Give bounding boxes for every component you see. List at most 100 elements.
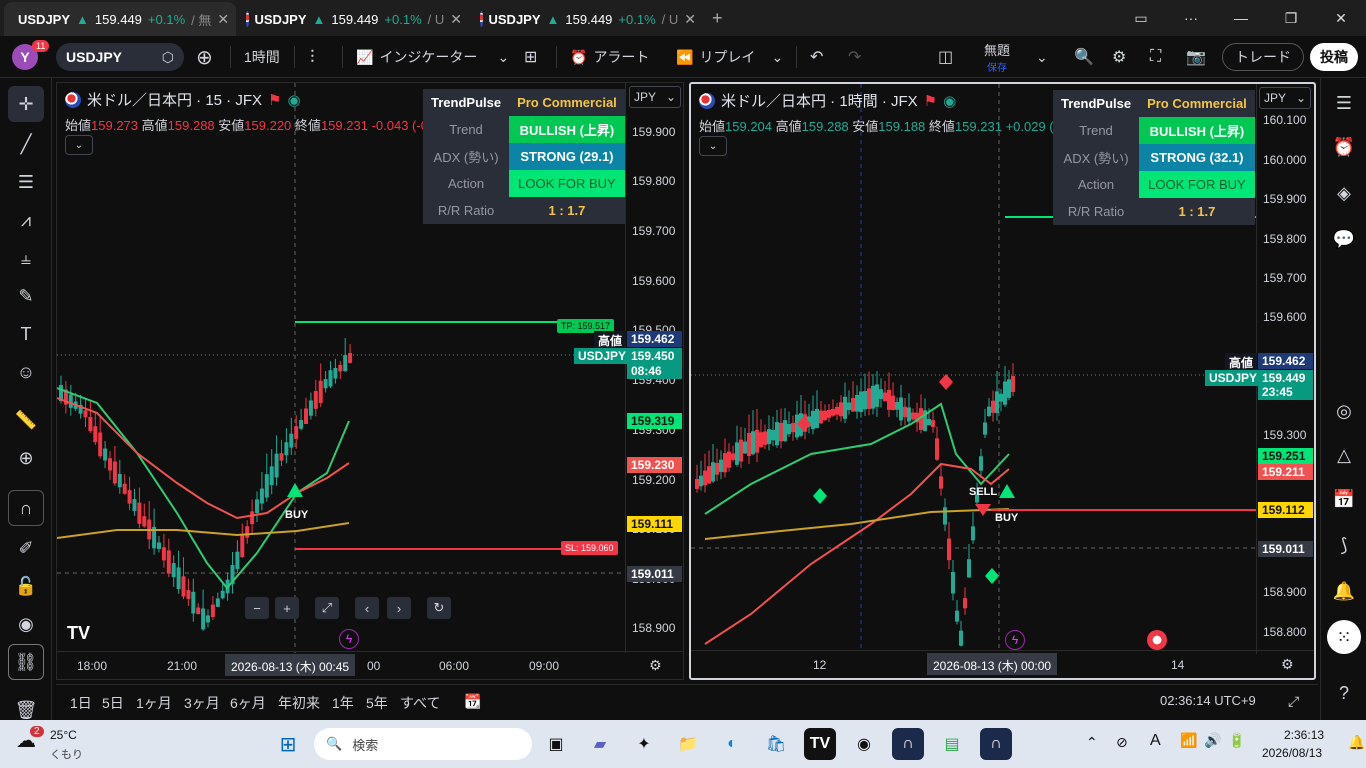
eye-icon[interactable]: ◉ bbox=[8, 606, 44, 642]
volume-icon[interactable]: 🔊 bbox=[1204, 732, 1221, 749]
bell-icon[interactable]: 🔔 bbox=[1327, 574, 1361, 608]
settings-icon[interactable]: ⚙ bbox=[1112, 36, 1126, 78]
range-1y[interactable]: 1年 bbox=[332, 693, 354, 713]
fib-lines-icon[interactable]: ☰ bbox=[8, 164, 44, 200]
add-symbol-icon[interactable]: ⊕ bbox=[196, 36, 213, 78]
settings-icon[interactable]: ⚙ bbox=[1281, 656, 1294, 673]
indicators-button[interactable]: 📈 インジケーター ⌄ bbox=[356, 36, 509, 78]
screen-icon[interactable]: ▭ bbox=[1118, 0, 1164, 36]
chart-pane-15m[interactable]: 米ドル／日本円 · 15 · JFX ⚑ ◉ 始値159.273 高値159.2… bbox=[56, 82, 684, 680]
close-tab-icon[interactable]: ✕ bbox=[684, 11, 696, 28]
clock-time[interactable]: 2:36:13 bbox=[1284, 728, 1324, 742]
symbol-search[interactable]: USDJPY ⬡ bbox=[56, 43, 184, 71]
copilot-icon[interactable]: ✦ bbox=[628, 728, 660, 760]
alarm-clock-icon[interactable]: ⏰ bbox=[1327, 130, 1361, 164]
tab-usdjpy-3[interactable]: USDJPY ▲ 159.449 +0.1% / U ✕ bbox=[472, 2, 704, 36]
close-tab-icon[interactable]: ✕ bbox=[217, 11, 229, 28]
chevron-up-icon[interactable]: ⌃ bbox=[1086, 734, 1098, 751]
app-icon[interactable]: ∩ bbox=[892, 728, 924, 760]
watchlist-icon[interactable]: ☰ bbox=[1327, 86, 1361, 120]
text-icon[interactable]: T bbox=[8, 316, 44, 352]
alert-button[interactable]: ⏰ アラート bbox=[570, 36, 649, 78]
chrome-icon[interactable]: ◉ bbox=[848, 728, 880, 760]
layers-icon[interactable]: ◈ bbox=[1327, 176, 1361, 210]
close-tab-icon[interactable]: ✕ bbox=[450, 11, 462, 28]
fullscreen-icon[interactable]: ⛶ bbox=[1150, 36, 1161, 78]
crosshair-icon[interactable]: ✛ bbox=[8, 86, 44, 122]
wifi-icon[interactable]: 📶 bbox=[1180, 732, 1197, 749]
ime-icon[interactable]: A bbox=[1150, 732, 1161, 750]
zoom-out-icon[interactable]: − bbox=[245, 597, 269, 619]
date-range-icon[interactable]: 📆 bbox=[464, 693, 481, 710]
zoom-in-icon[interactable]: + bbox=[275, 597, 299, 619]
target-icon[interactable]: ◎ bbox=[1327, 394, 1361, 428]
range-1d[interactable]: 1日 bbox=[70, 693, 92, 713]
notifications-icon[interactable]: 🔔 bbox=[1348, 734, 1365, 751]
currency-select[interactable]: JPY ⌄ bbox=[629, 86, 681, 108]
forecast-icon[interactable]: ⫨ bbox=[8, 240, 44, 276]
brush-icon[interactable]: ✎ bbox=[8, 278, 44, 314]
battery-icon[interactable]: 🔋 bbox=[1228, 732, 1245, 749]
flag-icon[interactable]: ⚑ bbox=[268, 91, 281, 109]
tab-usdjpy-1[interactable]: USDJPY ▲ 159.449 +0.1% / 無 ✕ bbox=[4, 2, 236, 36]
layout-icon[interactable]: ◫ bbox=[938, 36, 953, 78]
minimize-icon[interactable]: — bbox=[1218, 0, 1264, 36]
ruler-icon[interactable]: 📏 bbox=[8, 402, 44, 438]
time-axis[interactable]: 18:00 21:00 00 06:00 09:00 2026-08-13 (木… bbox=[57, 651, 683, 679]
ideas-icon[interactable]: △ bbox=[1327, 438, 1361, 472]
range-all[interactable]: すべて bbox=[400, 693, 440, 713]
broadcast-icon[interactable]: ⟆ bbox=[1327, 528, 1361, 562]
settings-icon[interactable]: ⚙ bbox=[649, 657, 662, 674]
scroll-left-icon[interactable]: ‹ bbox=[355, 597, 379, 619]
apps-grid-icon[interactable]: ⁙ bbox=[1327, 620, 1361, 654]
magnet-icon[interactable]: ∩ bbox=[8, 490, 44, 526]
undo-icon[interactable]: ↶ bbox=[810, 36, 823, 78]
camera-icon[interactable]: 📷 bbox=[1186, 36, 1206, 78]
tradingview-app-icon[interactable]: TV bbox=[804, 728, 836, 760]
more-icon[interactable]: ··· bbox=[1168, 0, 1214, 36]
store-icon[interactable]: 🛍 bbox=[760, 728, 792, 760]
range-5d[interactable]: 5日 bbox=[102, 693, 124, 713]
new-tab-button[interactable]: + bbox=[712, 8, 723, 29]
lock-icon[interactable]: 🔓 bbox=[8, 568, 44, 604]
help-icon[interactable]: ? bbox=[1327, 676, 1361, 710]
chat-icon[interactable]: 💬 bbox=[1327, 222, 1361, 256]
trade-button[interactable]: トレード bbox=[1222, 43, 1304, 71]
reset-icon[interactable]: ↻ bbox=[427, 597, 451, 619]
maximize-icon[interactable]: ❐ bbox=[1268, 0, 1314, 36]
calendar-icon[interactable]: 📅 bbox=[1327, 482, 1361, 516]
collapse-legend-button[interactable]: ⌄ bbox=[699, 136, 727, 156]
scroll-right-icon[interactable]: › bbox=[387, 597, 411, 619]
quick-search-icon[interactable]: 🔍 bbox=[1074, 36, 1094, 78]
app-icon-3[interactable]: ∩ bbox=[980, 728, 1012, 760]
chart-pane-1h[interactable]: 米ドル／日本円 · 1時間 · JFX ⚑ ◉ 始値159.204 高値159.… bbox=[689, 82, 1316, 680]
draw-lock-icon[interactable]: ✐ bbox=[8, 530, 44, 566]
timezone-clock[interactable]: 02:36:14 UTC+9 bbox=[1160, 693, 1256, 708]
windows-start-icon[interactable]: ⊞ bbox=[272, 728, 304, 760]
taskbar-search[interactable]: 🔍 検索 bbox=[314, 728, 532, 760]
flag-icon[interactable]: ⚑ bbox=[924, 92, 937, 110]
range-3m[interactable]: 3ヶ月 bbox=[184, 693, 220, 713]
price-axis[interactable]: JPY ⌄ 159.900 159.800 159.700 159.600 159… bbox=[574, 83, 683, 653]
close-window-icon[interactable]: ✕ bbox=[1318, 0, 1364, 36]
link-icon[interactable]: ⛓ bbox=[8, 644, 44, 680]
avatar[interactable]: Y 11 bbox=[12, 36, 50, 78]
chevron-down-icon[interactable]: ⌄ bbox=[1036, 36, 1048, 78]
zoom-icon[interactable]: ⊕ bbox=[8, 440, 44, 476]
tab-usdjpy-2[interactable]: USDJPY ▲ 159.449 +0.1% / U ✕ bbox=[238, 2, 470, 36]
currency-select[interactable]: JPY ⌄ bbox=[1259, 87, 1311, 109]
task-view-icon[interactable]: ▣ bbox=[540, 728, 572, 760]
range-ytd[interactable]: 年初来 bbox=[278, 693, 320, 713]
network-status-icon[interactable]: ⊘ bbox=[1116, 734, 1128, 751]
templates-icon[interactable]: ⊞ bbox=[524, 36, 537, 78]
redo-icon[interactable]: ↷ bbox=[848, 36, 861, 78]
pattern-icon[interactable]: ⩘ bbox=[8, 202, 44, 238]
range-6m[interactable]: 6ヶ月 bbox=[230, 693, 266, 713]
candle-type-icon[interactable]: ⫶ bbox=[310, 36, 315, 78]
time-axis[interactable]: 12 14 2026-08-13 (木) 00:00 ⚙ bbox=[691, 650, 1314, 678]
range-5y[interactable]: 5年 bbox=[366, 693, 388, 713]
price-axis[interactable]: JPY ⌄ 160.100 160.000 159.900 159.800 159… bbox=[1205, 84, 1314, 654]
publish-button[interactable]: 投稿 bbox=[1310, 43, 1358, 71]
emoji-icon[interactable]: ☺ bbox=[8, 354, 44, 390]
lightning-icon[interactable]: ϟ bbox=[1005, 630, 1025, 650]
